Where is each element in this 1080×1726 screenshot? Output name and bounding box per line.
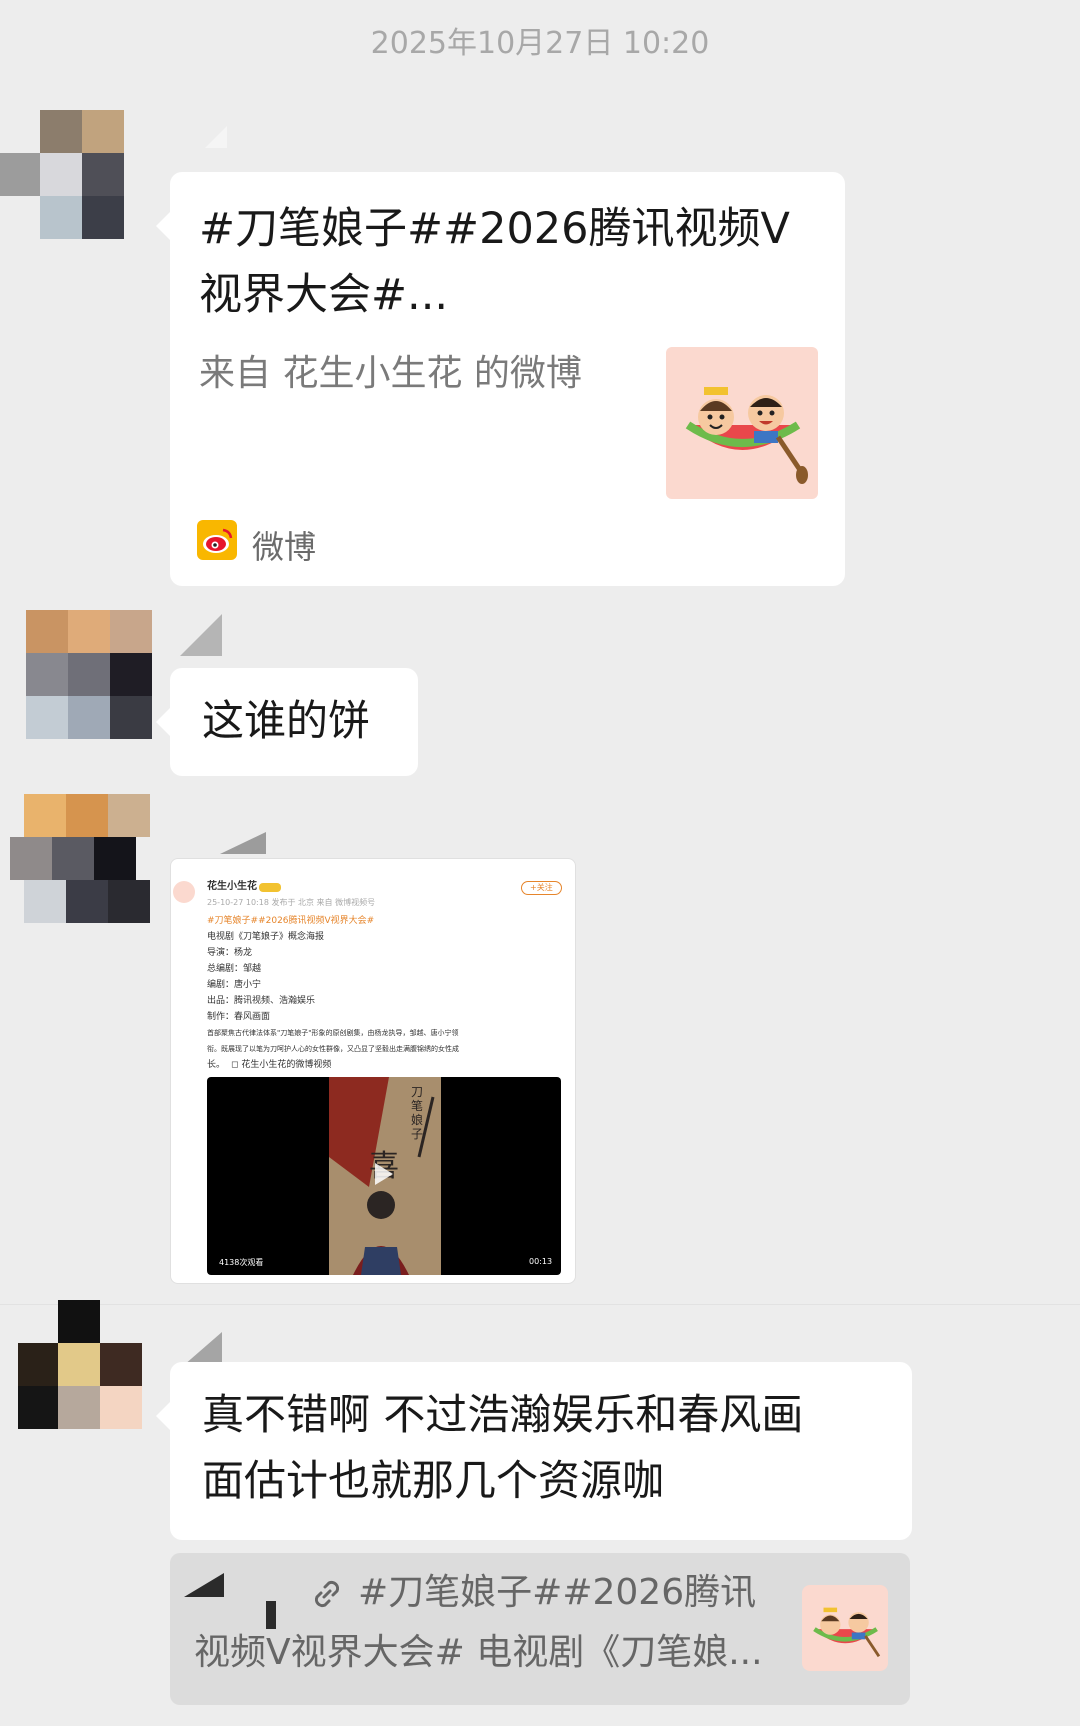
post-line: 电视剧《刀笔娘子》概念海报 [207,932,325,942]
play-icon[interactable] [375,1163,393,1185]
link-card-title-line1: #刀笔娘子##2026腾讯视频V [199,204,790,254]
avatar[interactable] [20,608,152,739]
weibo-icon [197,520,237,560]
shared-image[interactable]: 花生小生花 25-10-27 10:18 发布于 北京 来自 微博视频号 +关注… [170,858,576,1284]
post-account: 花生小生花 [207,881,257,892]
cartoon-boat-image [685,387,808,484]
avatar[interactable] [10,790,150,923]
avatar[interactable] [0,106,124,239]
message-text: 这谁的饼 [202,696,371,745]
message-text-line2: 面估计也就那几个资源咖 [202,1456,665,1505]
post-line: 制作：春风画面 [207,1012,271,1022]
link-card-title-line2: 视界大会#... [199,270,449,320]
cartoon-boat-image [813,1607,881,1658]
link-card-title: #刀笔娘子##2026腾讯视频V 视界大会#... [199,196,819,328]
video-poster: 刀笔娘子 喜 [329,1077,441,1275]
link-card-source: 微博 [252,528,317,566]
post-meta: 25-10-27 10:18 发布于 北京 来自 微博视频号 [207,898,376,907]
link-card-thumbnail [666,347,818,499]
follow-button[interactable]: +关注 [521,881,562,895]
post-line: 衔。既展现了以笔为刀呵护人心的女性群像，又凸显了坚毅出走满腹锦绣的女性成 [207,1045,459,1053]
post-hashtag: #刀笔娘子##2026腾讯视频V视界大会# [207,916,375,926]
avatar[interactable] [10,1296,142,1429]
account-avatar [173,881,195,903]
post-line: 导演：杨龙 [207,948,253,958]
quoted-message[interactable]: #刀笔娘子##2026腾讯 视频V视界大会# 电视剧《刀笔娘... [170,1553,910,1705]
message-text: 真不错啊 不过浩瀚娱乐和春风画 面估计也就那几个资源咖 [202,1382,902,1514]
post-body: 电视剧《刀笔娘子》概念海报 导演：杨龙 总编剧：邹越 编剧：唐小宁 出品：腾讯视… [207,929,567,1073]
message-text-line1: 真不错啊 不过浩瀚娱乐和春风画 [202,1390,804,1439]
message-bubble[interactable]: 这谁的饼 [170,668,418,776]
post-line: 首部聚焦古代律法体系"刀笔娘子"形象的原创剧集，由杨龙执导，邹越、唐小宁领 [207,1029,459,1037]
video-player[interactable]: 刀笔娘子 喜 4138次观看 00:13 [207,1077,561,1275]
message-bubble[interactable]: 真不错啊 不过浩瀚娱乐和春风画 面估计也就那几个资源咖 [170,1362,912,1540]
post-line: 长。 [207,1060,226,1070]
verified-badge-icon [259,883,281,892]
post-line: 编剧：唐小宁 [207,980,262,990]
video-duration: 00:13 [529,1257,553,1266]
message-timestamp: 2025年10月27日 10:20 [370,26,710,61]
quoted-text-line1: #刀笔娘子##2026腾讯 [358,1572,757,1613]
poster-title: 刀笔娘子 [411,1085,424,1141]
post-line: 总编剧：邹越 [207,964,262,974]
post-video-link[interactable]: ◻ 花生小生花的微博视频 [231,1057,331,1073]
link-icon [308,1575,346,1613]
quoted-text-line2: 视频V视界大会# 电视剧《刀笔娘... [194,1632,763,1673]
link-card-subtitle: 来自 花生小生花 的微博 [199,353,582,394]
link-card[interactable]: #刀笔娘子##2026腾讯视频V 视界大会#... 来自 花生小生花 的微博 微… [170,172,845,586]
quoted-thumbnail [802,1585,888,1671]
post-line: 出品：腾讯视频、浩瀚娱乐 [207,996,316,1006]
video-views: 4138次观看 [219,1258,264,1267]
